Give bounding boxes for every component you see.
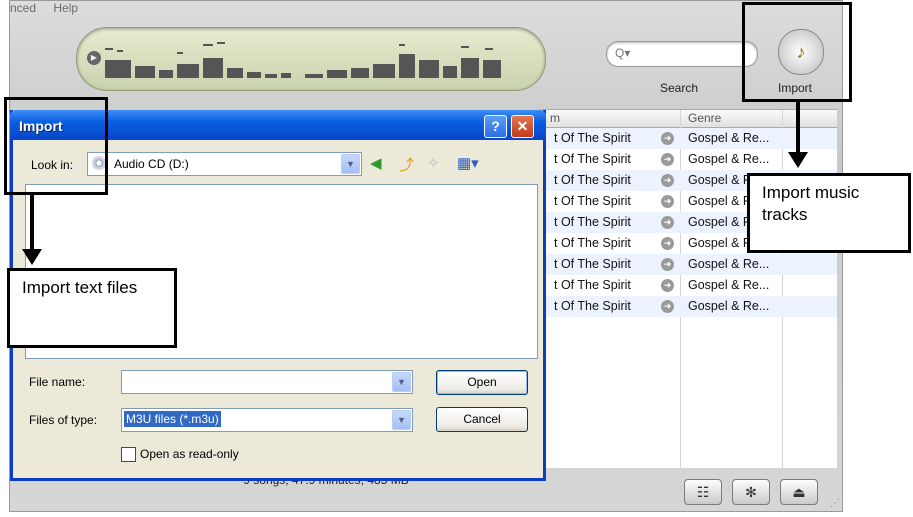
help-button[interactable]: ?	[484, 115, 507, 138]
play-indicator-icon: ▶	[87, 51, 101, 65]
open-button[interactable]: Open	[436, 370, 528, 395]
callout-import-music-tracks: Import music tracks	[747, 173, 911, 253]
genre-cell: Gospel & Re...	[688, 152, 770, 166]
menu-help[interactable]: Help	[53, 1, 78, 15]
eject-button[interactable]: ⏏	[780, 479, 818, 505]
genre-cell: Gospel & R	[688, 194, 752, 208]
arrow-link-icon[interactable]: ➜	[661, 132, 674, 145]
file-name-input[interactable]: ▼	[121, 370, 413, 394]
arrow-link-icon[interactable]: ➜	[661, 258, 674, 271]
status-display: ▶	[76, 27, 546, 91]
equalizer-button[interactable]: ☷	[684, 479, 722, 505]
look-in-select[interactable]: Audio CD (D:) ▼	[87, 152, 362, 176]
album-cell: t Of The Spirit	[554, 278, 631, 292]
album-cell: t Of The Spirit	[554, 299, 631, 313]
arrow-link-icon[interactable]: ➜	[661, 237, 674, 250]
menu-advanced[interactable]: nced	[10, 1, 36, 15]
highlight-box-dialog-title	[4, 97, 108, 195]
genre-cell: Gospel & R	[688, 215, 752, 229]
chevron-down-icon[interactable]: ▼	[392, 372, 411, 392]
genre-cell: Gospel & Re...	[688, 299, 770, 313]
view-menu-icon[interactable]: ▦▾	[457, 154, 479, 172]
arrow-link-icon[interactable]: ➜	[661, 153, 674, 166]
table-row[interactable]: t Of The Spirit ➜ Gospel & Re...	[540, 128, 837, 149]
arrow-link-icon[interactable]: ➜	[661, 216, 674, 229]
read-only-label: Open as read-only	[140, 447, 239, 461]
eject-icon: ⏏	[792, 484, 806, 500]
read-only-checkbox[interactable]	[121, 447, 136, 462]
arrow-line	[30, 195, 34, 250]
look-in-value: Audio CD (D:)	[114, 157, 189, 171]
cancel-button[interactable]: Cancel	[436, 407, 528, 432]
visualizer-icon: ✻	[745, 484, 757, 500]
highlight-box-import-button	[742, 2, 852, 102]
album-cell: t Of The Spirit	[554, 215, 631, 229]
column-header-album[interactable]: m	[550, 111, 560, 125]
file-name-label: File name:	[29, 375, 86, 389]
album-cell: t Of The Spirit	[554, 194, 631, 208]
genre-cell: Gospel & Re...	[688, 131, 770, 145]
search-input[interactable]: Q▾	[606, 41, 758, 67]
arrow-head-icon	[22, 249, 42, 265]
album-cell: t Of The Spirit	[554, 257, 631, 271]
equalizer-icon: ☷	[696, 484, 710, 500]
genre-cell: Gospel & Re...	[688, 257, 770, 271]
arrow-link-icon[interactable]: ➜	[661, 279, 674, 292]
arrow-link-icon[interactable]: ➜	[661, 300, 674, 313]
menu-bar: nced Help	[10, 1, 92, 17]
new-folder-icon[interactable]: ✧	[427, 154, 440, 172]
chevron-down-icon[interactable]: ▼	[392, 410, 411, 430]
resize-grip-icon[interactable]: ⋰	[830, 498, 840, 509]
arrow-link-icon[interactable]: ➜	[661, 195, 674, 208]
visualizer-bars-icon	[105, 42, 501, 78]
visualizer-button[interactable]: ✻	[732, 479, 770, 505]
arrow-head-icon	[788, 152, 808, 168]
arrow-link-icon[interactable]: ➜	[661, 174, 674, 187]
files-of-type-select[interactable]: M3U files (*.m3u) ▼	[121, 408, 413, 432]
close-button[interactable]: ✕	[511, 115, 534, 138]
files-of-type-value: M3U files (*.m3u)	[124, 411, 221, 427]
table-row[interactable]: t Of The Spirit ➜ Gospel & Re...	[540, 296, 837, 317]
genre-cell: Gospel & R	[688, 173, 752, 187]
search-icon: Q▾	[615, 46, 631, 60]
back-icon[interactable]: ◀	[370, 154, 382, 172]
up-folder-icon[interactable]: ⤴	[399, 154, 414, 175]
callout-import-text-files: Import text files	[7, 268, 177, 348]
arrow-line	[796, 102, 800, 154]
column-header-genre[interactable]: Genre	[688, 111, 721, 125]
table-row[interactable]: t Of The Spirit ➜ Gospel & Re...	[540, 275, 837, 296]
album-cell: t Of The Spirit	[554, 173, 631, 187]
album-cell: t Of The Spirit	[554, 131, 631, 145]
table-row[interactable]: t Of The Spirit ➜ Gospel & Re...	[540, 254, 837, 275]
files-of-type-label: Files of type:	[29, 413, 98, 427]
genre-cell: Gospel & Re...	[688, 278, 770, 292]
search-label: Search	[660, 81, 699, 95]
track-list-header: m Genre	[540, 110, 837, 128]
chevron-down-icon[interactable]: ▼	[341, 154, 360, 174]
album-cell: t Of The Spirit	[554, 236, 631, 250]
album-cell: t Of The Spirit	[554, 152, 631, 166]
genre-cell: Gospel & R	[688, 236, 752, 250]
